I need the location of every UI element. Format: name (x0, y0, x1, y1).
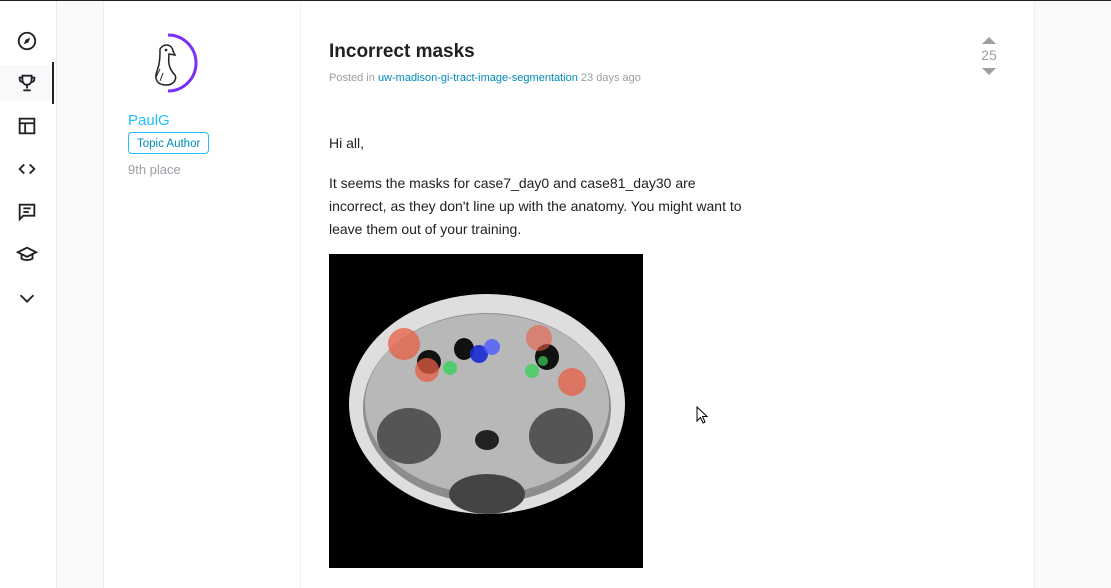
upvote-button[interactable] (982, 37, 996, 44)
post-title: Incorrect masks (329, 41, 475, 62)
trophy-icon (18, 74, 36, 92)
graduation-cap-icon (16, 246, 38, 261)
sidebar-nav (0, 1, 57, 588)
topic-author-badge: Topic Author (128, 132, 210, 154)
post-meta: Posted in uw-madison-gi-tract-image-segm… (329, 72, 641, 84)
right-gutter (1034, 1, 1111, 588)
compass-icon (17, 31, 37, 51)
code-icon (18, 163, 36, 175)
sidebar-item-datasets[interactable] (0, 108, 54, 144)
left-gutter (57, 1, 103, 588)
sidebar-item-competitions[interactable] (0, 62, 54, 104)
comment-icon (18, 203, 36, 222)
post-time: 23 days ago (580, 72, 641, 84)
author-rank: 9th place (128, 162, 181, 177)
vote-widget: 25 (972, 37, 1006, 75)
post-paragraph: Hi all, (329, 135, 365, 151)
vote-count: 25 (981, 47, 997, 63)
table-icon (18, 117, 36, 135)
chevron-down-icon (19, 294, 35, 303)
mouse-cursor-icon (696, 406, 708, 424)
active-indicator (52, 62, 54, 104)
meta-prefix: Posted in (329, 72, 375, 84)
post-paragraph: It seems the masks for case7_day0 and ca… (329, 175, 742, 237)
sidebar-item-discussions[interactable] (0, 194, 54, 230)
sidebar-item-code[interactable] (0, 151, 54, 187)
avatar[interactable] (138, 33, 198, 93)
author-name[interactable]: PaulG (128, 112, 170, 129)
author-panel: PaulG Topic Author 9th place (104, 1, 301, 588)
sidebar-item-learn[interactable] (0, 237, 54, 273)
discussion-post: PaulG Topic Author 9th place Incorrect m… (103, 1, 1035, 588)
mri-scan-image (329, 254, 643, 568)
goose-avatar-icon (140, 33, 198, 93)
competition-link[interactable]: uw-madison-gi-tract-image-segmentation (378, 72, 578, 84)
sidebar-item-more[interactable] (0, 280, 54, 316)
sidebar-item-explore[interactable] (0, 23, 54, 59)
mri-scan-graphic (329, 254, 643, 568)
downvote-button[interactable] (982, 68, 996, 75)
